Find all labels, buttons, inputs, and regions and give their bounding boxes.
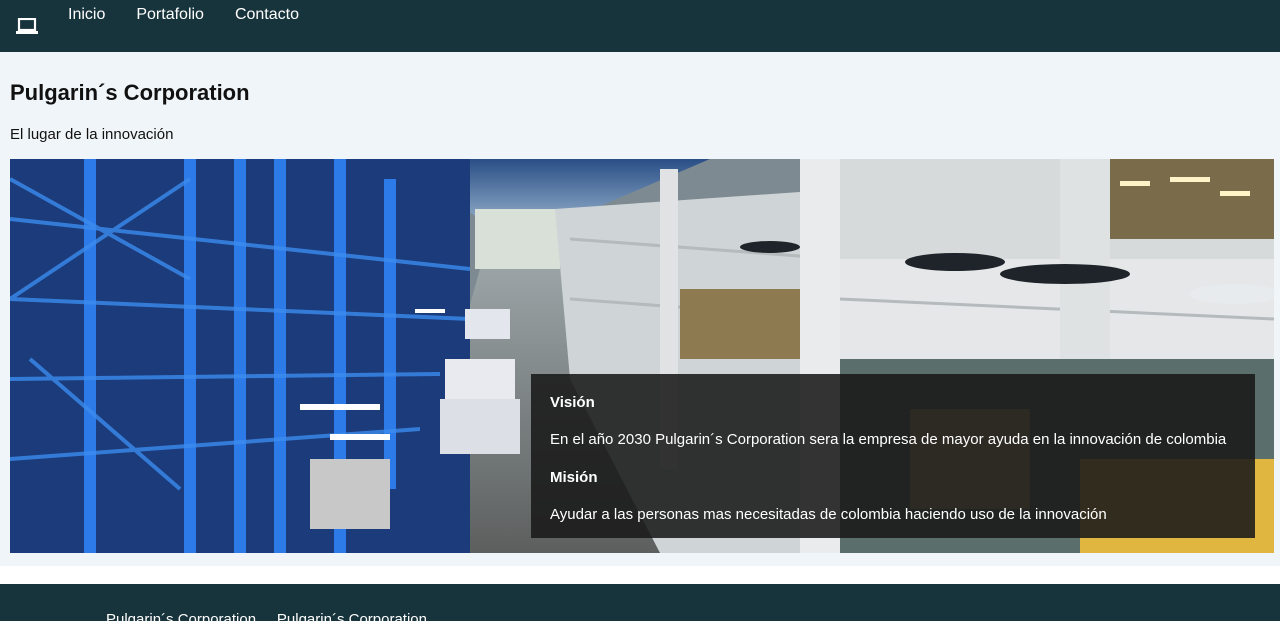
main-section: Pulgarin´s Corporation El lugar de la in…	[0, 52, 1280, 566]
footer: Pulgarin´s Corporation ... Pulgarin´s Co…	[0, 584, 1280, 621]
mission-heading: Misión	[550, 469, 598, 486]
page-subtitle: El lugar de la innovación	[10, 126, 174, 143]
nav-link-inicio[interactable]: Inicio	[68, 0, 105, 41]
vision-text: En el año 2030 Pulgarin´s Corporation se…	[550, 431, 1227, 448]
vision-heading: Visión	[550, 394, 595, 411]
mission-text: Ayudar a las personas mas necesitadas de…	[550, 506, 1107, 523]
carousel-caption: Visión En el año 2030 Pulgarin´s Corpora…	[531, 374, 1255, 538]
laptop-icon[interactable]	[16, 17, 38, 35]
footer-text: Pulgarin´s Corporation ... Pulgarin´s Co…	[106, 611, 427, 621]
top-navbar: Inicio Portafolio Contacto	[0, 0, 1280, 52]
page-title: Pulgarin´s Corporation	[10, 80, 250, 105]
hero-carousel: Visión En el año 2030 Pulgarin´s Corpora…	[10, 159, 1274, 553]
nav-link-portafolio[interactable]: Portafolio	[136, 0, 204, 41]
nav-link-contacto[interactable]: Contacto	[235, 0, 299, 41]
